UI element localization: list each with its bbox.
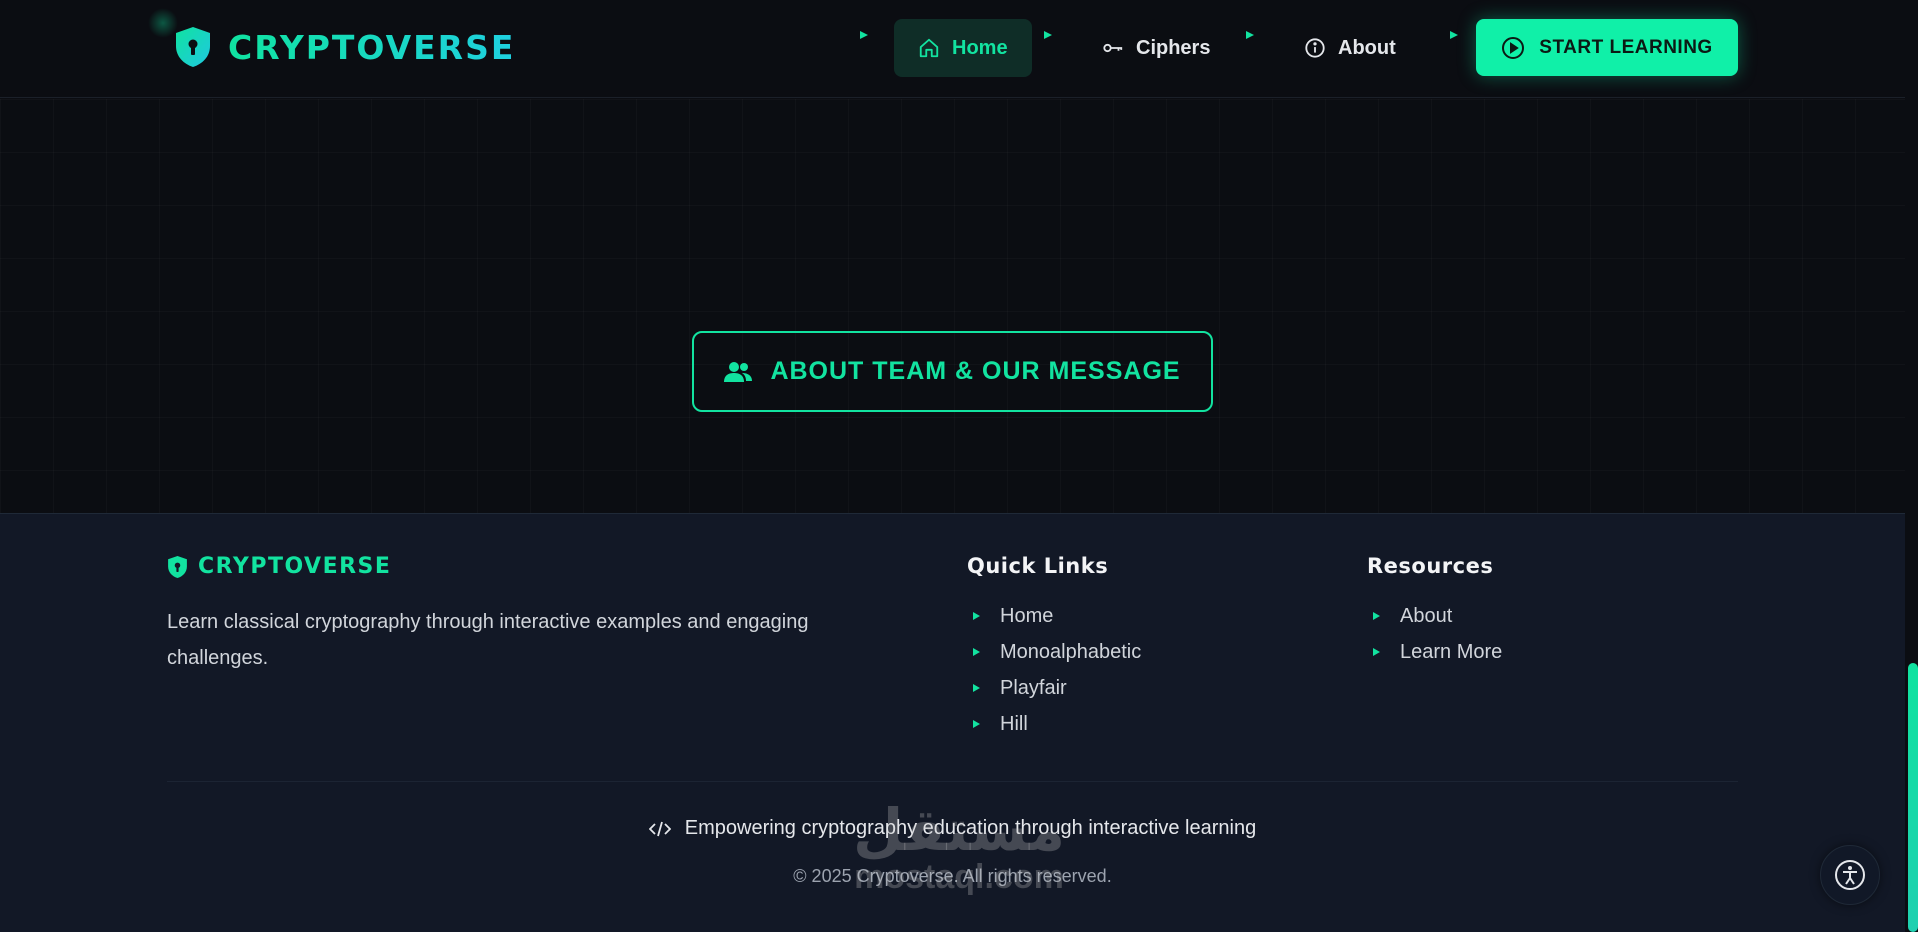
key-icon: [1103, 43, 1123, 53]
scrollbar-thumb[interactable]: [1908, 663, 1918, 932]
shield-lock-icon: [168, 555, 187, 578]
watermark-arabic: مستقل: [852, 796, 1066, 864]
footer-link-label: Hill: [1000, 712, 1028, 735]
triangle-bullet-icon: [973, 684, 980, 692]
triangle-bullet-icon: [973, 720, 980, 728]
play-circle-icon: [1502, 36, 1525, 59]
resources-list: About Learn More: [1373, 598, 1502, 670]
nav-arrow-icon: [1450, 31, 1458, 39]
footer-link-label: About: [1400, 604, 1453, 627]
brand-logo[interactable]: CRYPTOVERSE: [174, 26, 515, 68]
about-team-label: ABOUT TEAM & OUR MESSAGE: [770, 357, 1181, 385]
footer-link-playfair[interactable]: Playfair: [973, 670, 1141, 706]
home-icon: [919, 38, 939, 58]
footer-link-label: Home: [1000, 604, 1054, 627]
accessibility-icon: [1835, 860, 1865, 890]
brand-name: CRYPTOVERSE: [228, 27, 516, 67]
nav-ciphers[interactable]: Ciphers: [1078, 19, 1234, 77]
nav-arrow-icon: [1246, 31, 1254, 39]
footer-link-learn-more[interactable]: Learn More: [1373, 634, 1502, 670]
quick-links-title: Quick Links: [967, 554, 1109, 578]
accessibility-button[interactable]: [1820, 845, 1880, 905]
code-icon: [648, 821, 671, 836]
footer-link-home[interactable]: Home: [973, 598, 1141, 634]
nav-ciphers-label: Ciphers: [1136, 36, 1211, 59]
footer-link-label: Monoalphabetic: [1000, 640, 1142, 663]
quick-links-list: Home Monoalphabetic Playfair Hill: [973, 598, 1141, 742]
nav-about-label: About: [1338, 36, 1396, 59]
info-icon: [1305, 38, 1325, 58]
resources-title: Resources: [1367, 554, 1494, 578]
start-learning-label: START LEARNING: [1539, 36, 1713, 58]
footer-link-monoalphabetic[interactable]: Monoalphabetic: [973, 634, 1141, 670]
start-learning-button[interactable]: START LEARNING: [1476, 19, 1738, 76]
site-header: CRYPTOVERSE Home Ciphers About START LEA…: [0, 0, 1918, 98]
triangle-bullet-icon: [973, 612, 980, 620]
footer-link-label: Learn More: [1400, 640, 1503, 663]
footer-brand-name: CRYPTOVERSE: [198, 554, 392, 579]
footer-link-hill[interactable]: Hill: [973, 706, 1141, 742]
footer-link-label: Playfair: [1000, 676, 1067, 699]
triangle-bullet-icon: [1373, 648, 1380, 656]
footer-brand[interactable]: CRYPTOVERSE: [167, 554, 391, 579]
shield-lock-icon: [176, 27, 210, 67]
triangle-bullet-icon: [973, 648, 980, 656]
footer-divider: [167, 781, 1738, 782]
footer-description: Learn classical cryptography through int…: [167, 611, 809, 669]
nav-home[interactable]: Home: [894, 19, 1032, 77]
nav-home-label: Home: [952, 36, 1008, 59]
mostaql-watermark: مستقل mostaql.com: [843, 800, 1075, 894]
nav-arrow-icon: [860, 31, 868, 39]
footer-link-about[interactable]: About: [1373, 598, 1502, 634]
triangle-bullet-icon: [1373, 612, 1380, 620]
nav-about[interactable]: About: [1280, 19, 1420, 77]
main-section: ABOUT TEAM & OUR MESSAGE: [0, 99, 1905, 513]
nav-arrow-icon: [1044, 31, 1052, 39]
watermark-latin: mostaql.com: [854, 858, 1064, 896]
users-icon: [724, 361, 753, 382]
about-team-button[interactable]: ABOUT TEAM & OUR MESSAGE: [692, 331, 1213, 412]
